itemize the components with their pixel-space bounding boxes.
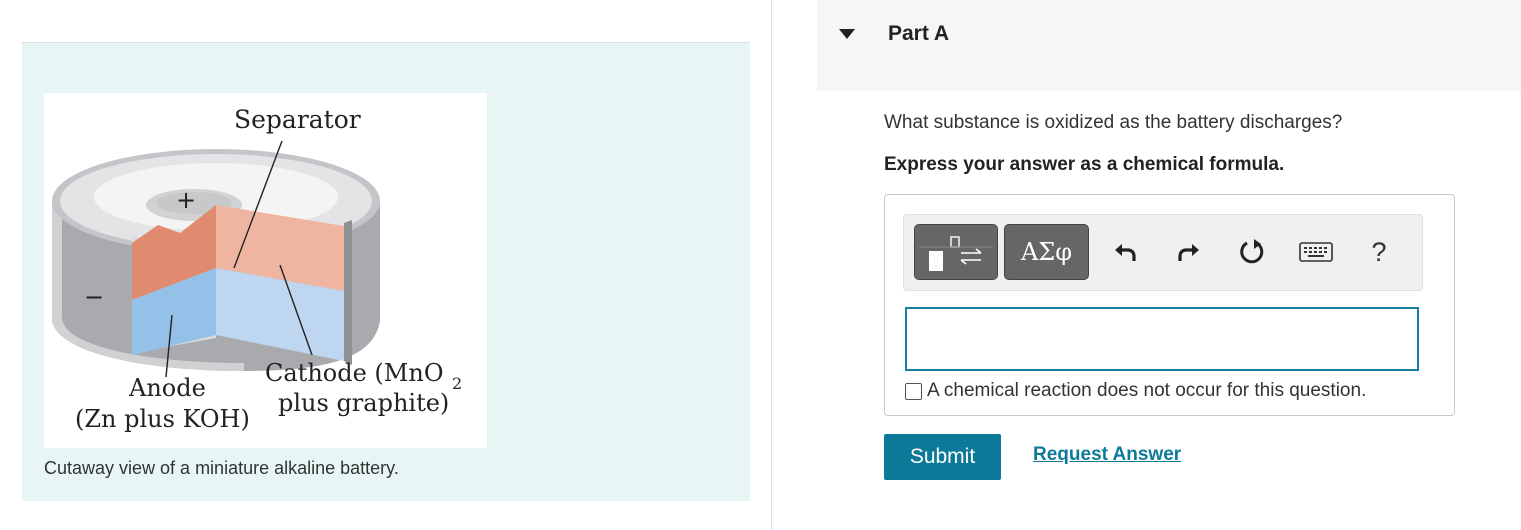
- reset-icon: [1240, 239, 1264, 264]
- cathode-subscript: 2: [452, 374, 462, 393]
- part-title: Part A: [888, 22, 950, 45]
- help-icon: ?: [1371, 236, 1387, 267]
- submit-button[interactable]: Submit: [884, 434, 1001, 480]
- answer-input[interactable]: [905, 307, 1419, 371]
- minus-terminal-label: −: [84, 283, 104, 311]
- answer-instruction: Express your answer as a chemical formul…: [884, 154, 1285, 175]
- question-text: What substance is oxidized as the batter…: [884, 112, 1343, 133]
- anode-sub-label: (Zn plus KOH): [75, 405, 250, 433]
- battery-figure: Separator + − Anode (Zn plus KOH) Cathod…: [44, 93, 487, 448]
- undo-icon: [1115, 244, 1136, 261]
- keyboard-icon: [1299, 242, 1333, 262]
- column-divider: [771, 0, 772, 530]
- request-answer-link[interactable]: Request Answer: [1033, 444, 1181, 466]
- keyboard-button[interactable]: [1298, 237, 1334, 267]
- undo-button[interactable]: [1110, 237, 1140, 267]
- no-reaction-label[interactable]: A chemical reaction does not occur for t…: [927, 380, 1366, 402]
- templates-button[interactable]: [914, 224, 998, 280]
- part-header[interactable]: Part A: [817, 0, 1521, 91]
- battery-cutaway-diagram: Separator + − Anode (Zn plus KOH) Cathod…: [52, 105, 462, 433]
- plus-terminal-label: +: [176, 186, 196, 214]
- cathode-sub-label: plus graphite): [278, 389, 449, 417]
- redo-icon: [1178, 244, 1199, 261]
- figure-panel: Separator + − Anode (Zn plus KOH) Cathod…: [22, 42, 750, 501]
- anode-label: Anode: [128, 374, 206, 402]
- figure-caption: Cutaway view of a miniature alkaline bat…: [44, 458, 399, 478]
- greek-letters-button[interactable]: ΑΣφ: [1004, 224, 1089, 280]
- answer-box: ΑΣφ ? A chemical reaction does not occur…: [884, 194, 1455, 416]
- no-reaction-checkbox[interactable]: [905, 382, 922, 400]
- redo-button[interactable]: [1174, 237, 1204, 267]
- separator-label: Separator: [234, 105, 361, 134]
- cathode-label: Cathode (MnO: [265, 359, 444, 387]
- no-reaction-option[interactable]: A chemical reaction does not occur for t…: [905, 380, 1366, 402]
- collapse-caret-icon[interactable]: [839, 29, 855, 39]
- templates-icon: [919, 236, 993, 271]
- reset-button[interactable]: [1237, 237, 1267, 267]
- help-button[interactable]: ?: [1364, 237, 1394, 267]
- math-toolbar: ΑΣφ ?: [903, 214, 1423, 291]
